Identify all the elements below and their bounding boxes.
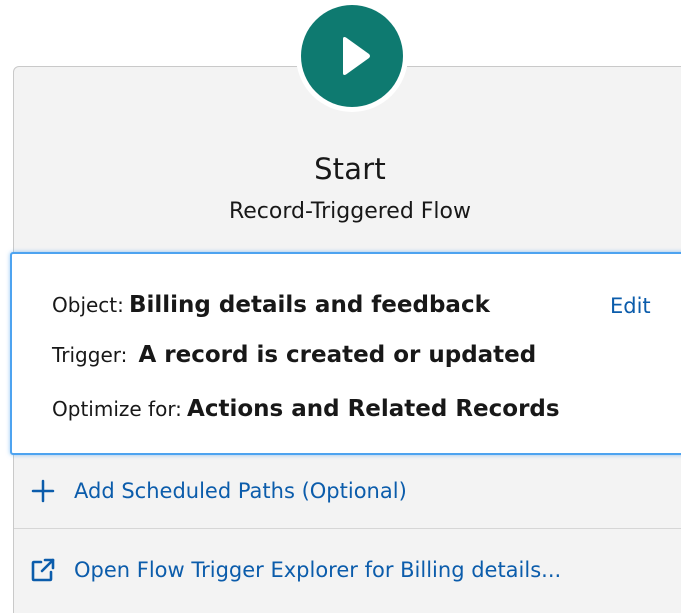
open-flow-trigger-explorer-label: Open Flow Trigger Explorer for Billing d… xyxy=(74,558,562,582)
plus-icon xyxy=(30,478,56,504)
open-flow-trigger-explorer-link[interactable]: Open Flow Trigger Explorer for Billing d… xyxy=(30,557,561,583)
object-value: Billing details and feedback xyxy=(128,292,490,318)
add-scheduled-paths-label: Add Scheduled Paths (Optional) xyxy=(74,479,407,503)
object-label: Object: xyxy=(52,293,124,317)
optimize-value: Actions and Related Records xyxy=(187,396,560,422)
optimize-label: Optimize for: xyxy=(52,397,182,421)
trigger-label: Trigger: xyxy=(52,343,128,367)
divider xyxy=(14,528,681,529)
add-scheduled-paths-link[interactable]: Add Scheduled Paths (Optional) xyxy=(30,478,407,504)
trigger-row: Trigger: A record is created or updated xyxy=(52,342,536,368)
object-row: Object: Billing details and feedback xyxy=(52,292,490,318)
edit-link[interactable]: Edit xyxy=(610,294,651,318)
trigger-value: A record is created or updated xyxy=(138,342,537,368)
start-title: Start xyxy=(314,152,386,186)
external-link-icon xyxy=(30,557,56,583)
start-node-button[interactable] xyxy=(296,0,408,112)
play-icon xyxy=(343,37,370,75)
optimize-row: Optimize for: Actions and Related Record… xyxy=(52,396,560,422)
trigger-details-panel[interactable]: Object: Billing details and feedback Edi… xyxy=(10,252,681,455)
start-node-badge xyxy=(301,5,403,107)
flow-canvas: Start Record-Triggered Flow Object: Bill… xyxy=(0,0,681,613)
start-subtitle: Record-Triggered Flow xyxy=(228,199,472,224)
